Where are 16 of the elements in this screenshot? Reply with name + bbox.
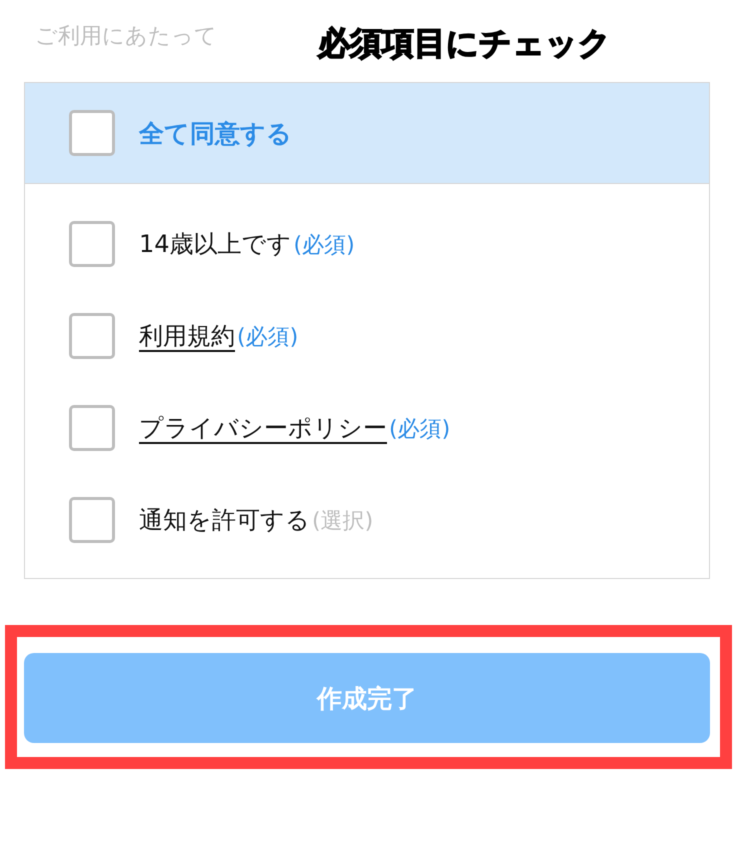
required-tag: (必須) (294, 230, 355, 260)
terms-link[interactable]: プライバシーポリシー (139, 412, 387, 444)
consent-label: 通知を許可する (139, 505, 310, 536)
annotation-label: 必須項目にチェック (318, 23, 611, 64)
checkbox[interactable] (69, 110, 115, 156)
required-tag: (必須) (389, 414, 450, 444)
agree-all-label: 全て同意する (139, 118, 292, 150)
checkbox[interactable] (69, 405, 115, 451)
terms-link[interactable]: 利用規約 (139, 320, 235, 352)
checkbox[interactable] (69, 221, 115, 267)
section-title: ご利用にあたって (35, 23, 218, 51)
checkbox[interactable] (69, 313, 115, 359)
required-tag: (必須) (237, 322, 298, 352)
checkbox[interactable] (69, 497, 115, 543)
optional-tag: (選択) (312, 506, 374, 536)
consent-label: 14歳以上です (139, 229, 292, 260)
